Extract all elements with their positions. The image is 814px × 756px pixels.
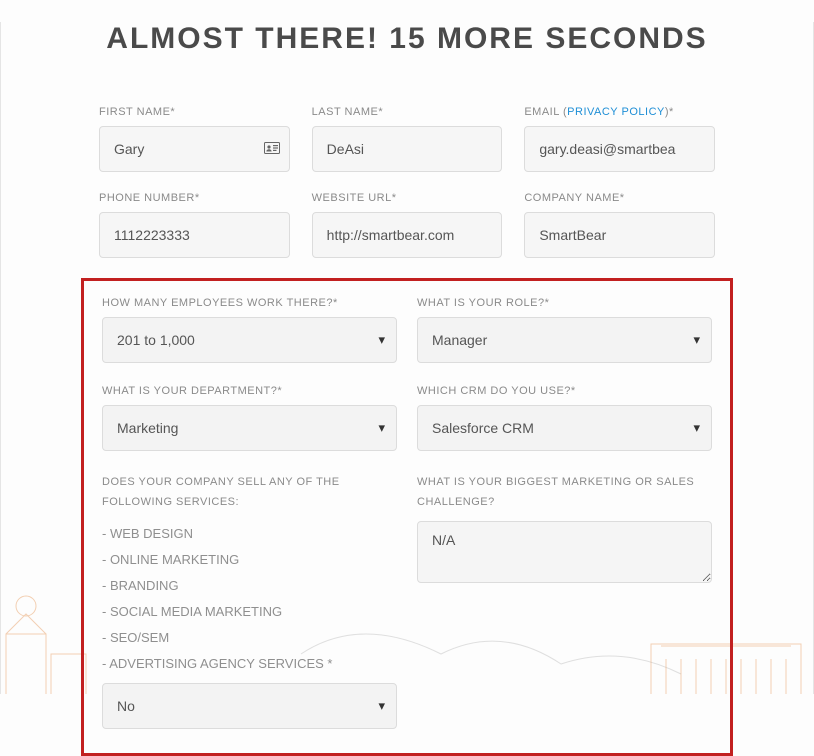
challenge-label: WHAT IS YOUR BIGGEST MARKETING OR SALES … [417, 473, 712, 513]
company-label: COMPANY NAME* [524, 192, 715, 204]
phone-field: PHONE NUMBER* [99, 192, 290, 258]
employees-label: HOW MANY EMPLOYEES WORK THERE?* [102, 297, 397, 309]
top-fields: FIRST NAME* LAST NAME* EMAIL (PRIVACY PO… [1, 106, 813, 258]
first-name-label: FIRST NAME* [99, 106, 290, 118]
employees-select[interactable]: 201 to 1,000 [102, 317, 397, 363]
email-input[interactable] [524, 126, 715, 172]
website-field: WEBSITE URL* [312, 192, 503, 258]
page-title: ALMOST THERE! 15 MORE SECONDS [1, 22, 813, 56]
service-line: - SOCIAL MEDIA MARKETING [102, 599, 397, 625]
department-label: WHAT IS YOUR DEPARTMENT?* [102, 385, 397, 397]
employees-field: HOW MANY EMPLOYEES WORK THERE?* 201 to 1… [102, 297, 397, 363]
email-label: EMAIL (PRIVACY POLICY)* [524, 106, 715, 118]
last-name-field: LAST NAME* [312, 106, 503, 172]
first-name-field: FIRST NAME* [99, 106, 290, 172]
contact-card-icon [264, 141, 280, 157]
service-line: - WEB DESIGN [102, 521, 397, 547]
services-field: DOES YOUR COMPANY SELL ANY OF THE FOLLOW… [102, 473, 397, 729]
service-line: - ONLINE MARKETING [102, 547, 397, 573]
services-list: - WEB DESIGN - ONLINE MARKETING - BRANDI… [102, 521, 397, 677]
company-input[interactable] [524, 212, 715, 258]
last-name-input[interactable] [312, 126, 503, 172]
crm-field: WHICH CRM DO YOU USE?* Salesforce CRM [417, 385, 712, 451]
role-select[interactable]: Manager [417, 317, 712, 363]
first-name-input[interactable] [99, 126, 290, 172]
department-select[interactable]: Marketing [102, 405, 397, 451]
service-line: - BRANDING [102, 573, 397, 599]
email-field: EMAIL (PRIVACY POLICY)* [524, 106, 715, 172]
role-field: WHAT IS YOUR ROLE?* Manager [417, 297, 712, 363]
last-name-label: LAST NAME* [312, 106, 503, 118]
website-input[interactable] [312, 212, 503, 258]
department-field: WHAT IS YOUR DEPARTMENT?* Marketing [102, 385, 397, 451]
phone-input[interactable] [99, 212, 290, 258]
challenge-textarea[interactable] [417, 521, 712, 583]
company-field: COMPANY NAME* [524, 192, 715, 258]
privacy-policy-link[interactable]: PRIVACY POLICY [567, 106, 665, 118]
service-line: - SEO/SEM [102, 625, 397, 651]
role-label: WHAT IS YOUR ROLE?* [417, 297, 712, 309]
crm-select[interactable]: Salesforce CRM [417, 405, 712, 451]
challenge-field: WHAT IS YOUR BIGGEST MARKETING OR SALES … [417, 473, 712, 729]
phone-label: PHONE NUMBER* [99, 192, 290, 204]
highlighted-section: HOW MANY EMPLOYEES WORK THERE?* 201 to 1… [81, 278, 733, 756]
website-label: WEBSITE URL* [312, 192, 503, 204]
services-label: DOES YOUR COMPANY SELL ANY OF THE FOLLOW… [102, 473, 397, 513]
crm-label: WHICH CRM DO YOU USE?* [417, 385, 712, 397]
services-select[interactable]: No [102, 683, 397, 729]
service-line: - ADVERTISING AGENCY SERVICES * [102, 651, 397, 677]
